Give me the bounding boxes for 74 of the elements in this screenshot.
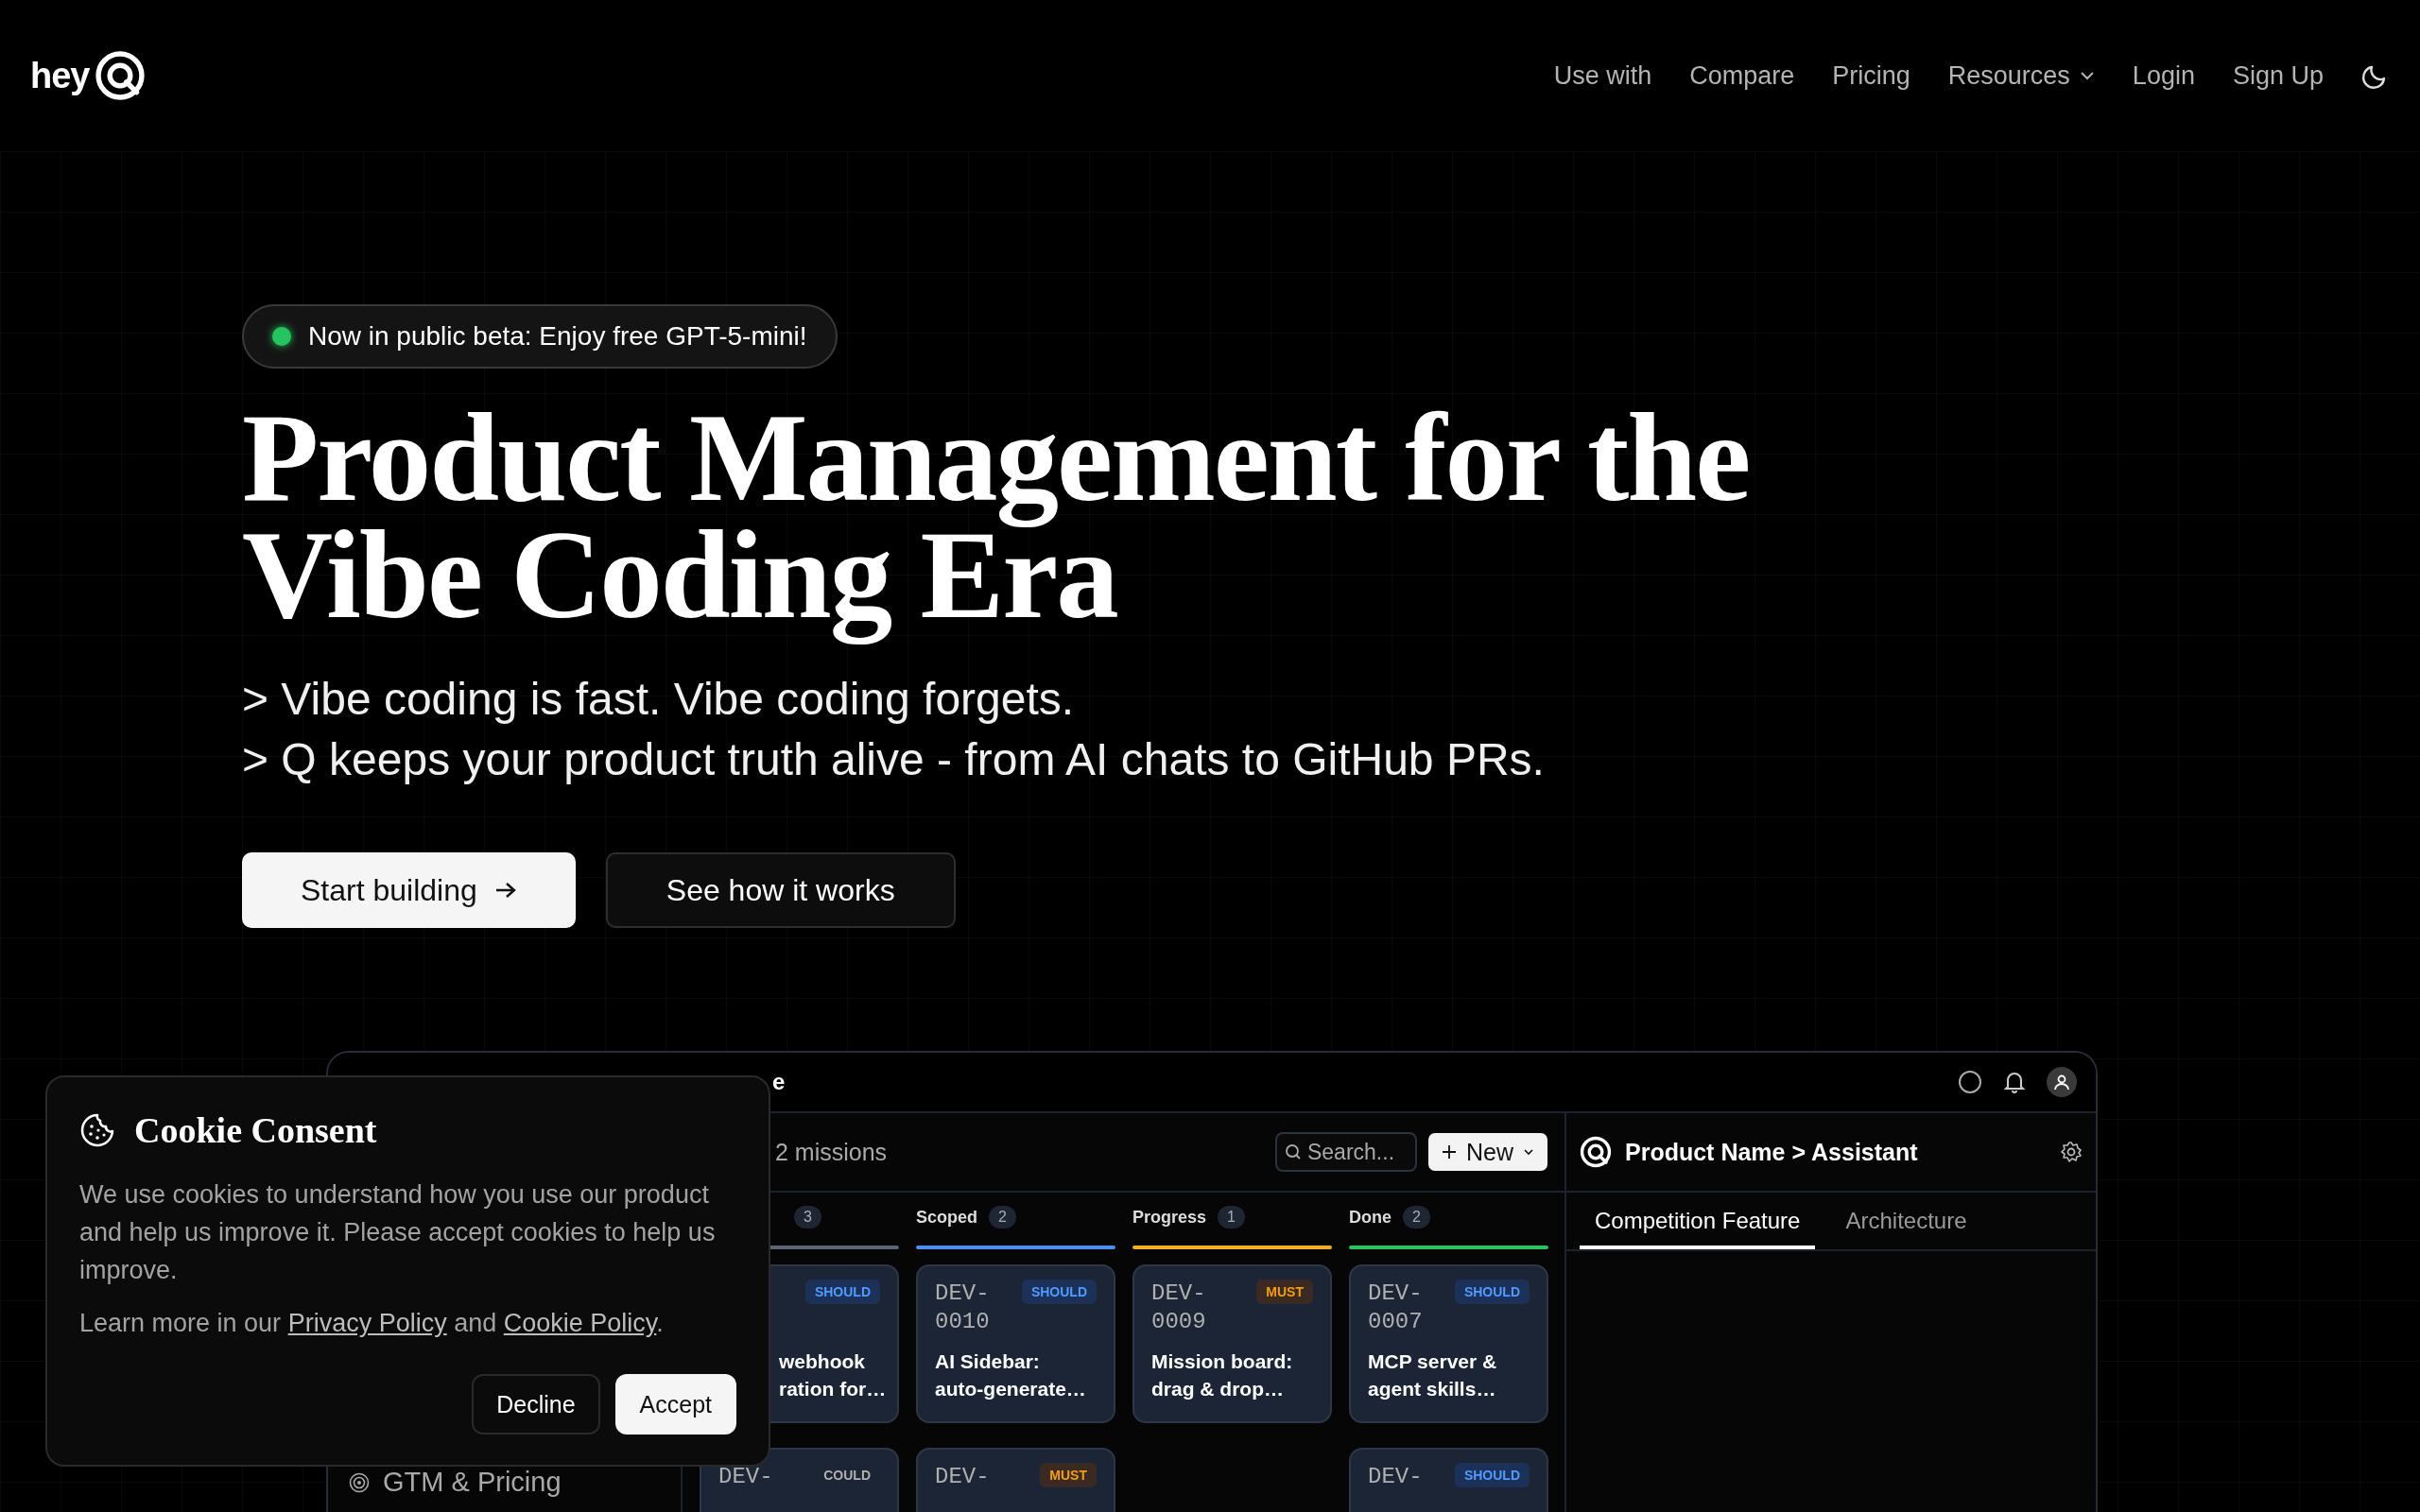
mission-id: DEV- [1368,1463,1424,1491]
count-badge: 1 [1218,1206,1245,1228]
window-title: e [772,1069,786,1095]
priority-label: MUST [1256,1280,1313,1304]
nav-link[interactable]: Resources [1947,60,2095,91]
mission-card[interactable]: DEV-0009 MUST Mission board: drag & drop… [1132,1264,1332,1423]
bell-icon[interactable] [2003,1070,2026,1094]
new-button[interactable]: New [1428,1133,1547,1171]
demo-button[interactable]: See how it works [605,852,956,928]
dialog-title: Cookie Consent [134,1109,377,1151]
target-icon [349,1471,370,1493]
assistant-tab[interactable]: Architecture [1830,1208,1982,1249]
mission-title: ration for… [779,1377,888,1401]
mission-card[interactable]: DEV- COULD [700,1448,899,1512]
column-title: Scoped [916,1207,977,1228]
count-badge: 2 [1403,1206,1430,1228]
count-badge: 3 [794,1206,821,1228]
mission-title: drag & drop… [1151,1377,1285,1401]
priority-label: SHOULD [1454,1280,1530,1304]
mission-card[interactable]: DEV-0010 SHOULD AI Sidebar: auto-generate… [916,1264,1115,1423]
mission-id: DEV-0010 [935,1280,991,1336]
missions-count: 2 missions [775,1138,888,1166]
mission-title: webhook [779,1349,866,1374]
nav-link[interactable]: Login [2132,60,2195,91]
decline-button[interactable]: Decline [472,1374,600,1435]
privacy-link[interactable]: Privacy Policy [287,1309,447,1337]
nav-link[interactable]: Sign Up [2232,60,2324,91]
logo-text[interactable]: hey [30,55,90,96]
mission-title: MCP server & [1368,1349,1498,1374]
hero-tagline: > Q keeps your product truth alive - from AI chats to GitHub PRs. [242,733,1546,786]
column-title: Progress [1132,1207,1207,1228]
logo-icon [95,50,147,101]
mission-card[interactable]: DEV- SHOULD [1349,1448,1548,1512]
priority-label: SHOULD [804,1280,880,1304]
user-avatar[interactable] [2047,1067,2077,1097]
plus-icon [1442,1144,1457,1160]
priority-label: MUST [1040,1463,1097,1487]
nav-link[interactable]: Use with [1553,60,1652,91]
search-icon [1285,1143,1302,1160]
sidebar-item[interactable]: GTM & Pricing [349,1467,681,1498]
priority-label: COULD [822,1467,872,1485]
start-button[interactable]: Start building [242,852,576,928]
logo-icon [1580,1136,1612,1168]
nav-link[interactable]: Compare [1689,60,1795,91]
mission-id: DEV- [718,1463,774,1491]
mission-id: DEV- [935,1463,991,1491]
assistant-tab[interactable]: Competition Feature [1580,1208,1816,1249]
beta-badge: Now in public beta: Enjoy free GPT-5-mini! [242,304,838,369]
hero-tagline: > Vibe coding is fast. Vibe coding forgets. [242,673,1076,726]
assistant-title: Product Name > Assistant [1625,1138,1918,1166]
accept-button[interactable]: Accept [614,1374,736,1435]
settings-icon[interactable] [2060,1141,2083,1163]
mission-id: DEV-0009 [1151,1280,1207,1336]
status-circle-icon[interactable] [1958,1070,1982,1094]
hero-heading: Product Management for the Vibe Coding Era [242,387,1751,646]
nav-link[interactable]: Pricing [1832,60,1910,91]
count-badge: 2 [989,1206,1016,1228]
priority-label: SHOULD [1454,1463,1530,1487]
mission-id: DEV-0007 [1368,1280,1424,1336]
priority-label: SHOULD [1021,1280,1097,1304]
column-title: Done [1349,1207,1392,1228]
policy-text: Learn more in our Privacy Policy and Cookie Policy. [79,1308,665,1339]
mission-card[interactable]: DEV-0007 SHOULD MCP server & agent skills… [1349,1264,1548,1423]
cookie-icon [79,1112,115,1148]
mission-title: agent skills… [1368,1377,1497,1401]
mission-title: AI Sidebar: [935,1349,1041,1374]
mission-title: auto-generate… [935,1377,1087,1401]
mission-title: Mission board: [1151,1349,1294,1374]
search-field[interactable]: Search... [1275,1132,1417,1172]
mission-card[interactable]: DEV- MUST [916,1448,1115,1512]
chevron-down-icon [1523,1148,1534,1156]
arrow-right-icon [493,881,517,900]
cookie-policy-link[interactable]: Cookie Policy [503,1309,657,1337]
chevron-down-icon [2079,71,2095,80]
